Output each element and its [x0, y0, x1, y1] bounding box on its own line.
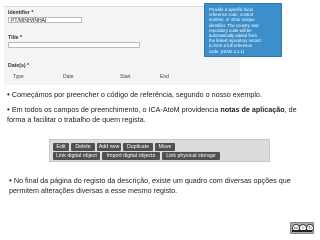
import-digital-objects-button[interactable]: Import digital objects [102, 152, 160, 160]
creative-commons-license-badge: cc ☺ ↻ [290, 222, 314, 234]
identifier-label: Identifier * [8, 10, 34, 16]
application-notes-emphasis: notas de aplicação [220, 105, 285, 114]
identifier-input[interactable]: PT/MINH/INHAI [8, 17, 82, 24]
link-digital-object-button[interactable]: Link digital object [53, 152, 100, 160]
application-note-tooltip: Provide a specific local reference code,… [204, 3, 282, 57]
paragraph-reference-code: • Começámos por preencher o código de ref… [7, 90, 307, 100]
date-column-date: Date [63, 74, 74, 80]
date-column-end: End [160, 74, 169, 80]
date-column-start: Start [120, 74, 131, 80]
paragraph-application-notes: • Em todos os campos de preenchimento, o … [7, 105, 307, 125]
duplicate-button[interactable]: Duplicate [123, 143, 153, 151]
move-button[interactable]: Move [155, 143, 175, 151]
title-label: Title * [8, 35, 23, 41]
paragraph-options-box: • No final da página do registo da descri… [9, 176, 315, 196]
delete-button[interactable]: Delete [71, 143, 95, 151]
bullet-icon: • [7, 105, 10, 114]
edit-button[interactable]: Edit [53, 143, 69, 151]
date-column-type: Type [13, 74, 24, 80]
paragraph-application-notes-text-a: Em todos os campos de preenchimento, o I… [11, 105, 221, 114]
link-physical-storage-button[interactable]: Link physical storage [162, 152, 220, 160]
dates-label: Date(s) * [8, 63, 30, 69]
bullet-icon: • [7, 90, 10, 99]
add-new-button[interactable]: Add new [97, 143, 121, 151]
record-actions-bar: Edit Delete Add new Duplicate Move Link … [49, 139, 270, 162]
license-label-strip [292, 230, 312, 232]
date-columns-header: Type Date Start End [8, 74, 188, 82]
bullet-icon: • [9, 176, 12, 185]
paragraph-options-box-text: No final da página do registo da descriç… [9, 176, 291, 195]
title-input[interactable] [8, 42, 140, 48]
paragraph-reference-code-text: Começámos por preencher o código de refe… [11, 90, 262, 99]
